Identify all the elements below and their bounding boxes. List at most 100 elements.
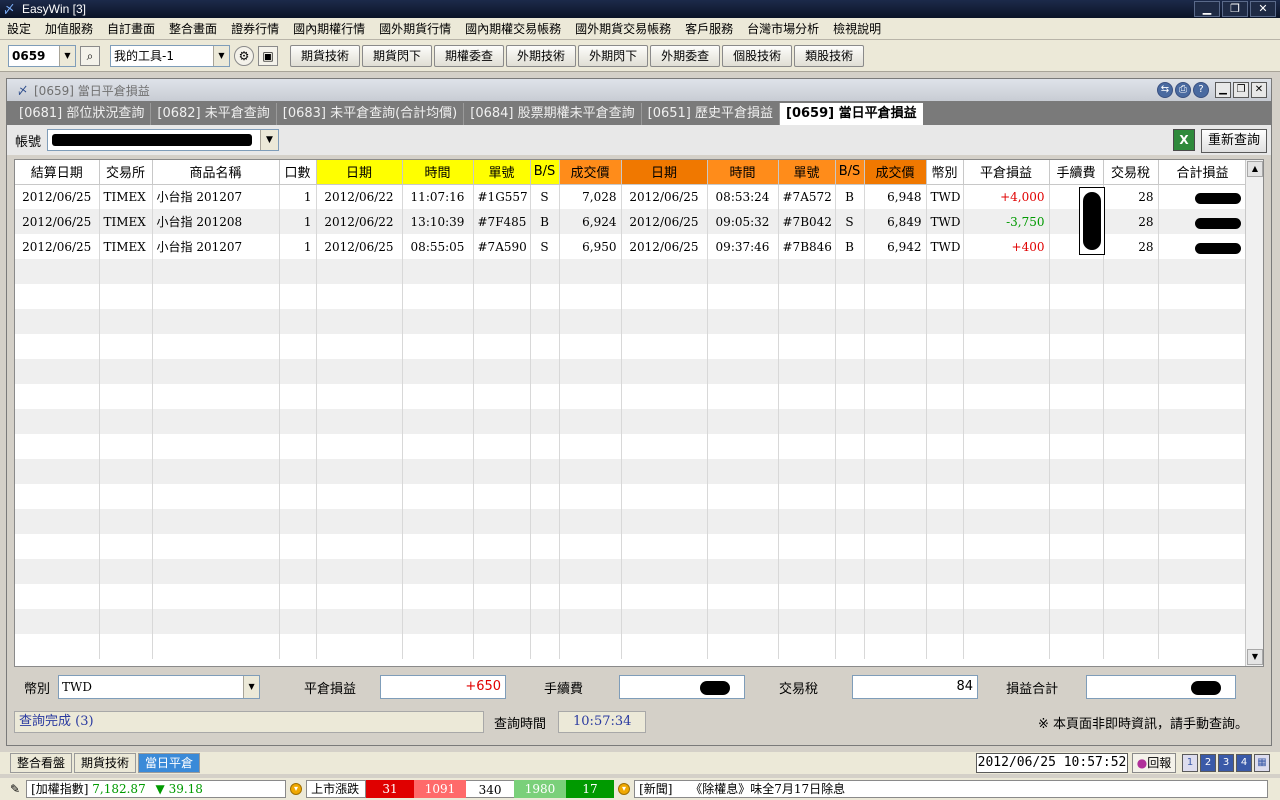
menu-item[interactable]: 整合畫面	[162, 18, 224, 40]
column-header[interactable]: 時間	[402, 160, 474, 185]
menu-item[interactable]: 設定	[0, 18, 38, 40]
table-cell	[152, 309, 280, 334]
print-icon[interactable]: ⎙	[1175, 82, 1191, 98]
tool-combo[interactable]: 我的工具-1 ▼	[110, 44, 230, 67]
function-tab[interactable]: [0684] 股票期權未平倉查詢	[464, 103, 642, 125]
news-ticker[interactable]: [新聞] 《除權息》味全7月17日除息	[634, 780, 1269, 798]
chevron-down-icon[interactable]: ▼	[213, 45, 229, 66]
menu-item[interactable]: 自訂畫面	[100, 18, 162, 40]
excel-export-icon[interactable]: X	[1173, 129, 1195, 151]
menu-item[interactable]: 國外期貨行情	[372, 18, 458, 40]
vertical-scrollbar[interactable]: ▲ ▼	[1245, 160, 1263, 666]
layout-button[interactable]: 4	[1236, 754, 1252, 772]
menu-item[interactable]: 國內期權交易帳務	[458, 18, 568, 40]
scroll-up-icon[interactable]: ▲	[1247, 161, 1263, 177]
table-cell	[1103, 384, 1159, 409]
toolbar-button[interactable]: 外期閃下	[578, 44, 649, 67]
table-cell	[559, 359, 622, 384]
menu-item[interactable]: 國外期貨交易帳務	[568, 18, 678, 40]
table-row[interactable]: 2012/06/25 TIMEX 小台指 201208 1 2012/06/22 13:1…	[15, 209, 1248, 234]
help-icon[interactable]: ?	[1193, 82, 1209, 98]
table-row[interactable]: 2012/06/25 TIMEX 小台指 201207 1 2012/06/22 11:0…	[15, 184, 1248, 209]
menu-item[interactable]: 檢視說明	[826, 18, 888, 40]
close-icon[interactable]: ✕	[1250, 1, 1276, 17]
table-cell	[835, 559, 865, 584]
column-header[interactable]: 交易稅	[1103, 160, 1159, 185]
chevron-down-icon[interactable]: ▼	[59, 45, 75, 66]
column-header[interactable]: B/S	[835, 160, 865, 185]
menu-item[interactable]: 加值服務	[38, 18, 100, 40]
toolbar-button[interactable]: 期貨技術	[290, 44, 361, 67]
menu-item[interactable]: 證券行情	[224, 18, 286, 40]
column-header[interactable]: 成交價	[559, 160, 622, 185]
table-cell	[279, 459, 317, 484]
restore-icon[interactable]: ❐	[1233, 82, 1249, 98]
currency-select[interactable]: TWD ▼	[58, 675, 261, 699]
column-header[interactable]: 結算日期	[15, 160, 100, 185]
column-header[interactable]: B/S	[530, 160, 560, 185]
column-header[interactable]: 單號	[473, 160, 531, 185]
column-header[interactable]: 手續費	[1049, 160, 1104, 185]
toolbar-button[interactable]: 期權委查	[434, 44, 505, 67]
column-header[interactable]: 商品名稱	[152, 160, 280, 185]
account-select[interactable]: ▼	[47, 129, 280, 151]
scroll-icon[interactable]: ▾	[290, 783, 303, 795]
column-header[interactable]: 口數	[279, 160, 317, 185]
table-row[interactable]: 2012/06/25 TIMEX 小台指 201207 1 2012/06/25 08:5…	[15, 234, 1248, 259]
search-icon[interactable]: ⌕	[80, 45, 100, 66]
column-header[interactable]: 日期	[316, 160, 403, 185]
column-header[interactable]: 成交價	[864, 160, 927, 185]
scroll-down-icon[interactable]: ▼	[1247, 649, 1263, 665]
link-icon[interactable]: ⇆	[1157, 82, 1173, 98]
table-cell	[279, 309, 317, 334]
bottom-tab[interactable]: 期貨技術	[74, 753, 137, 773]
toolbar-button[interactable]: 外期技術	[506, 44, 577, 67]
layout-buttons: 1 2 3 4 ▦	[1182, 754, 1270, 772]
menu-item[interactable]: 客戶服務	[678, 18, 740, 40]
table-cell	[99, 634, 153, 659]
toolbar-button[interactable]: 類股技術	[794, 44, 865, 67]
menu-item[interactable]: 國內期權行情	[286, 18, 372, 40]
table-cell	[559, 559, 622, 584]
function-tab[interactable]: [0681] 部位狀況查詢	[13, 103, 152, 125]
toolbar-button[interactable]: 個股技術	[722, 44, 793, 67]
bottom-tab[interactable]: 整合看盤	[10, 753, 73, 773]
column-header[interactable]: 日期	[621, 160, 708, 185]
function-tab[interactable]: [0651] 歷史平倉損益	[642, 103, 781, 125]
function-tab[interactable]: [0682] 未平倉查詢	[151, 103, 277, 125]
gear-icon[interactable]: ⚙	[234, 45, 254, 66]
table-cell	[99, 259, 153, 284]
column-header[interactable]: 合計損益	[1158, 160, 1248, 185]
column-header[interactable]: 幣別	[926, 160, 964, 185]
toolbar-button[interactable]: 期貨閃下	[362, 44, 433, 67]
minimize-icon[interactable]: ▁	[1215, 82, 1231, 98]
layout-button[interactable]: 3	[1218, 754, 1234, 772]
code-combo[interactable]: 0659 ▼	[8, 44, 76, 67]
function-tab[interactable]: [0683] 未平倉查詢(合計均價)	[277, 103, 465, 125]
requery-button[interactable]: 重新查詢	[1201, 129, 1267, 153]
layout-button[interactable]: 2	[1200, 754, 1216, 772]
minimize-icon[interactable]: ▁	[1194, 1, 1220, 17]
status-row: 查詢完成 (3) 查詢時間 10:57:34 ※ 本頁面非即時資訊，請手動查詢。	[14, 709, 1264, 735]
bottom-tab[interactable]: 當日平倉	[138, 753, 201, 773]
scroll-icon[interactable]: ▾	[618, 783, 631, 795]
chevron-down-icon[interactable]: ▼	[243, 676, 260, 698]
window-add-icon[interactable]: ▣	[258, 45, 278, 66]
close-icon[interactable]: ✕	[1251, 82, 1267, 98]
column-header[interactable]: 時間	[707, 160, 779, 185]
chevron-down-icon[interactable]: ▼	[260, 130, 279, 150]
report-button[interactable]: ●回報	[1132, 753, 1176, 773]
grid-layout-icon[interactable]: ▦	[1254, 754, 1270, 772]
table-cell	[778, 584, 836, 609]
toolbar-button[interactable]: 外期委查	[650, 44, 721, 67]
table-cell	[15, 259, 100, 284]
column-header[interactable]: 平倉損益	[963, 160, 1050, 185]
column-header[interactable]: 單號	[778, 160, 836, 185]
layout-button[interactable]: 1	[1182, 754, 1198, 772]
pin-icon[interactable]: ✎	[10, 782, 20, 796]
empty-row	[15, 459, 1248, 484]
restore-icon[interactable]: ❐	[1222, 1, 1248, 17]
menu-item[interactable]: 台灣市場分析	[740, 18, 826, 40]
column-header[interactable]: 交易所	[99, 160, 153, 185]
function-tab[interactable]: [0659] 當日平倉損益	[780, 103, 923, 125]
